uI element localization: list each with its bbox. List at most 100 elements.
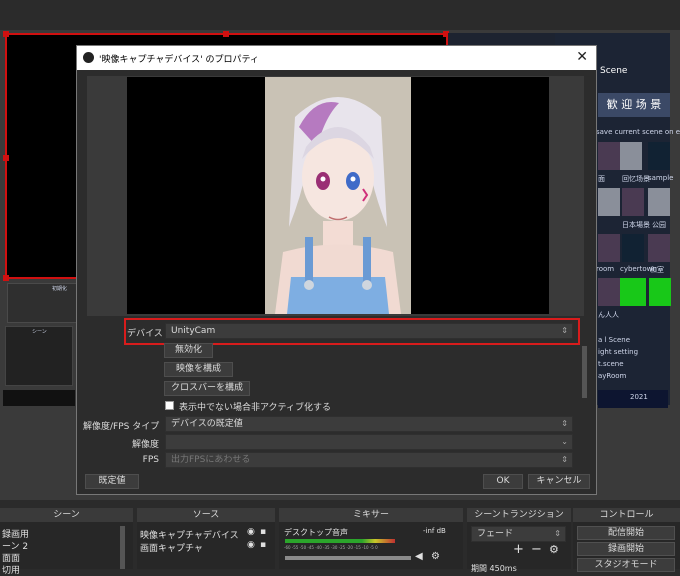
mini-scene-list: シーン: [5, 326, 73, 386]
fps-value: 出力FPSにあわせる: [171, 455, 251, 465]
resize-handle[interactable]: [3, 275, 9, 281]
gear-icon[interactable]: ⚙: [549, 543, 559, 556]
mini-label: 初期化: [52, 286, 68, 292]
device-label: デバイス: [127, 329, 163, 339]
camera-feed-image: [265, 77, 411, 314]
device-select-value: UnityCam: [171, 326, 216, 336]
resolution-fps-type-value: デバイスの既定値: [171, 419, 243, 429]
mixer-level: -inf dB: [423, 527, 446, 535]
mini-label: シーン: [32, 329, 47, 335]
transitions-dock: シーントランジション フェード ⇕ + − ⚙ 期間 450ms: [467, 508, 571, 573]
chevron-down-icon: ⌄: [561, 437, 568, 446]
dialog-title: '映像キャプチャデバイス' のプロパティ: [99, 55, 259, 65]
right-banner: 歓 迎 场 景: [598, 93, 670, 117]
device-select[interactable]: UnityCam ⇕: [165, 323, 573, 339]
right-label: t.scene: [598, 360, 624, 368]
scrollbar[interactable]: [582, 346, 587, 398]
add-icon[interactable]: +: [513, 542, 524, 557]
fps-label: FPS: [142, 455, 159, 465]
right-label: 日本場景: [622, 221, 650, 229]
cancel-button[interactable]: キャンセル: [528, 474, 590, 489]
right-panel-title: Scene: [600, 66, 628, 76]
scene-thumb[interactable]: [622, 234, 644, 262]
meter-scale: -60 -55 -50 -45 -40 -35 -30 -25 -20 -15 …: [284, 545, 378, 550]
ok-button[interactable]: OK: [483, 474, 523, 489]
fps-select[interactable]: 出力FPSにあわせる ⇕: [165, 452, 573, 468]
start-streaming-button[interactable]: 配信開始: [577, 526, 675, 540]
scenes-dock: シーン 録画用 ーン 2 面面 切用: [0, 508, 133, 576]
eye-icon[interactable]: ◉: [247, 527, 255, 537]
taskbar-icons: [3, 390, 75, 406]
deactivate-when-hidden-checkbox[interactable]: [165, 401, 174, 410]
right-label: 公园: [652, 221, 666, 229]
scene-thumb[interactable]: [648, 188, 670, 216]
source-item[interactable]: 映像キャプチャデバイス: [140, 528, 239, 541]
audio-meter: [285, 539, 395, 543]
updown-icon: ⇕: [561, 455, 568, 464]
resolution-label: 解像度: [131, 440, 159, 450]
scene-thumb[interactable]: [622, 188, 644, 216]
defaults-button[interactable]: 既定値: [85, 474, 139, 489]
volume-slider[interactable]: [285, 556, 411, 560]
deactivate-when-hidden-label: 表示中でない場合非アクティブ化する: [179, 403, 332, 413]
controls-dock-title: コントロール: [573, 508, 680, 522]
scene-thumb[interactable]: [620, 142, 642, 170]
scene-thumb[interactable]: [598, 188, 620, 216]
scene-thumb[interactable]: [598, 234, 620, 262]
mixer-dock-title: ミキサー: [279, 508, 463, 522]
studio-mode-button[interactable]: スタジオモード: [577, 558, 675, 572]
right-label: 和室: [650, 266, 664, 274]
system-tray: 2021: [598, 390, 668, 408]
mini-source-panel: 初期化: [7, 283, 79, 323]
eye-icon[interactable]: ◉: [247, 540, 255, 550]
deactivate-button[interactable]: 無効化: [164, 343, 213, 358]
mixer-track-name: デスクトップ音声: [284, 528, 348, 537]
close-icon[interactable]: ✕: [576, 49, 588, 65]
right-label: 面: [598, 175, 605, 183]
lock-icon[interactable]: ▪: [260, 540, 266, 550]
right-label: room: [596, 265, 615, 273]
scene-thumb[interactable]: [598, 278, 620, 306]
mixer-dock: ミキサー デスクトップ音声 -inf dB -60 -55 -50 -45 -4…: [279, 508, 463, 569]
resize-handle[interactable]: [3, 31, 9, 37]
controls-dock: コントロール 配信開始 録画開始 スタジオモード: [573, 508, 680, 572]
configure-crossbar-button[interactable]: クロスバーを構成: [164, 381, 250, 396]
resize-handle[interactable]: [223, 31, 229, 37]
updown-icon: ⇕: [561, 326, 568, 335]
lock-icon[interactable]: ▪: [260, 527, 266, 537]
tray-date: 2021: [630, 393, 648, 401]
resize-handle[interactable]: [3, 155, 9, 161]
resolution-fps-type-select[interactable]: デバイスの既定値 ⇕: [165, 416, 573, 432]
scenes-dock-title: シーン: [0, 508, 133, 522]
configure-video-button[interactable]: 映像を構成: [164, 362, 233, 377]
scene-thumb[interactable]: [598, 142, 620, 170]
properties-dialog: '映像キャプチャデバイス' のプロパティ ✕ デバイス UnityCam ⇕ 無…: [76, 45, 597, 495]
start-recording-button[interactable]: 録画開始: [577, 542, 675, 556]
right-label: sample: [648, 174, 674, 182]
speaker-icon[interactable]: ◀: [415, 551, 423, 562]
right-label: ayRoom: [598, 372, 627, 380]
sources-dock: ソース 映像キャプチャデバイス 画面キャプチャ ◉ ▪ ◉ ▪: [137, 508, 275, 569]
scrollbar[interactable]: [120, 526, 125, 569]
gear-icon[interactable]: ⚙: [431, 551, 440, 562]
scene-thumb[interactable]: [649, 278, 671, 306]
transitions-dock-title: シーントランジション: [467, 508, 571, 522]
scene-thumb[interactable]: [648, 142, 670, 170]
scene-thumb[interactable]: [620, 278, 646, 306]
right-label: ight setting: [598, 348, 639, 356]
updown-icon: ⇕: [561, 419, 568, 428]
right-label: a l Scene: [598, 336, 631, 344]
resolution-select[interactable]: ⌄: [165, 434, 573, 450]
transition-value: フェード: [477, 529, 514, 539]
resolution-fps-type-label: 解像度/FPS タイプ: [83, 422, 160, 432]
obs-icon: [83, 52, 94, 63]
remove-icon[interactable]: −: [531, 542, 542, 557]
updown-icon: ⇕: [554, 529, 561, 538]
sources-dock-title: ソース: [137, 508, 275, 522]
scene-thumb[interactable]: [648, 234, 670, 262]
right-label: ん人人: [598, 311, 619, 319]
dialog-titlebar[interactable]: '映像キャプチャデバイス' のプロパティ ✕: [77, 46, 596, 70]
scene-item[interactable]: 切用: [2, 563, 20, 576]
transition-select[interactable]: フェード ⇕: [471, 526, 566, 542]
source-item[interactable]: 画面キャプチャ: [140, 541, 203, 554]
